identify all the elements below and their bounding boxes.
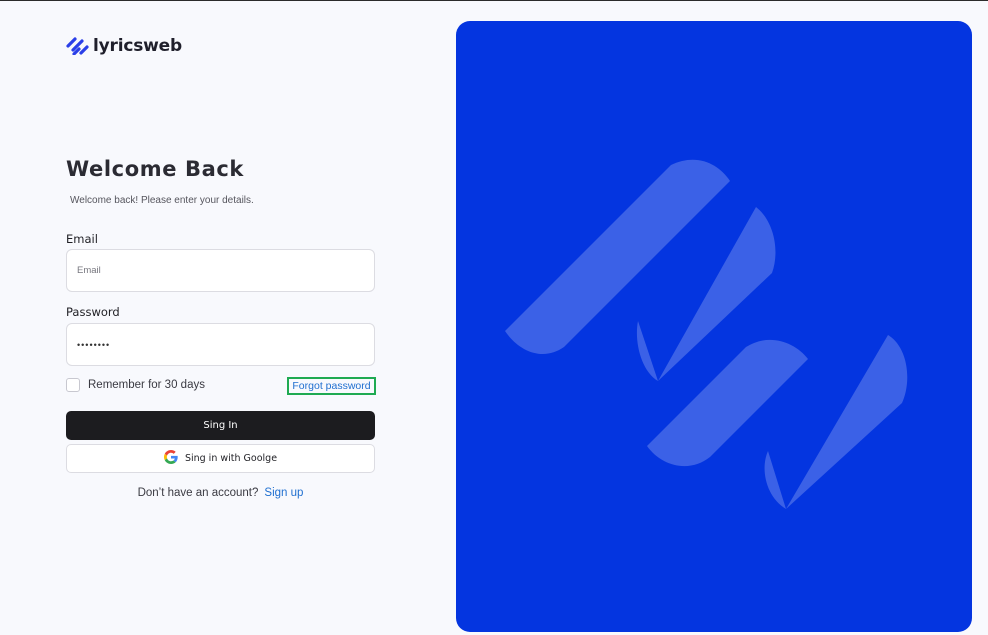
no-account-text: Don’t have an account?	[137, 487, 259, 499]
remember-me: Remember for 30 days	[66, 378, 205, 392]
brand-name: lyricsweb	[93, 36, 182, 56]
google-button-label: Sing in with Goolge	[184, 453, 278, 464]
top-border	[0, 0, 988, 1]
lyricsweb-slashes-icon	[66, 37, 90, 55]
brand-mark-illustration	[505, 159, 908, 509]
email-field[interactable]	[77, 265, 374, 276]
page-subtitle: Welcome back! Please enter your details.	[70, 195, 254, 206]
email-field-wrapper	[66, 249, 375, 292]
password-field[interactable]	[77, 339, 374, 350]
remember-label[interactable]: Remember for 30 days	[88, 379, 205, 391]
brand-panel	[456, 21, 972, 632]
forgot-password-link[interactable]: Forgot password	[287, 377, 376, 395]
remember-checkbox[interactable]	[66, 378, 80, 392]
signup-prompt: Don’t have an account? Sign up	[66, 487, 375, 499]
email-label: Email	[66, 232, 98, 246]
password-field-wrapper	[66, 323, 375, 366]
sign-in-button[interactable]: Sing In	[66, 411, 375, 440]
brand-logo[interactable]: lyricsweb	[66, 36, 182, 56]
google-icon	[163, 450, 178, 467]
page-title: Welcome Back	[66, 157, 244, 181]
password-label: Password	[66, 305, 120, 319]
login-page: lyricsweb Welcome Back Welcome back! Ple…	[0, 0, 988, 635]
google-sign-in-button[interactable]: Sing in with Goolge	[66, 444, 375, 473]
sign-up-link[interactable]: Sign up	[264, 487, 303, 499]
